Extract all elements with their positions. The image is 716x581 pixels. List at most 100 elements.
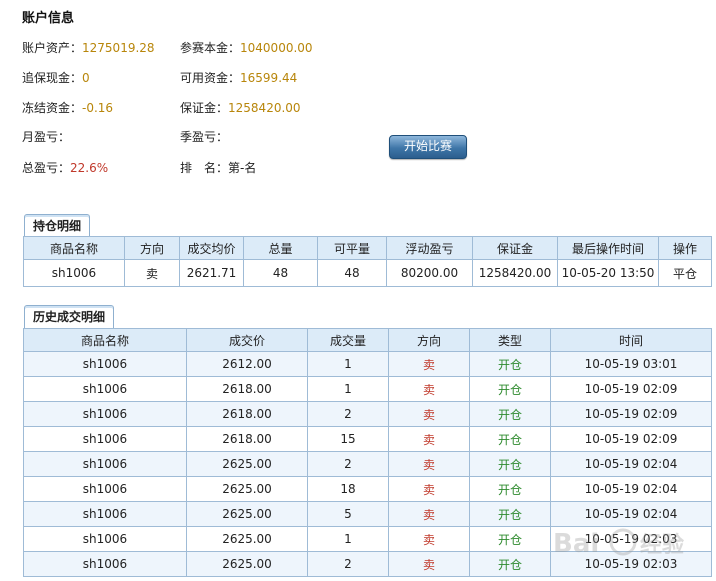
field-quarter-pl: 季盈亏： bbox=[180, 128, 228, 145]
history-header-row: 商品名称 成交价 成交量 方向 类型 时间 bbox=[23, 328, 712, 352]
history-cell: 10-05-19 02:09 bbox=[550, 376, 712, 402]
history-cell: 2625.00 bbox=[186, 501, 308, 527]
positions-table: 商品名称 方向 成交均价 总量 可平量 浮动盈亏 保证金 最后操作时间 操作 sh1006 卖 26… bbox=[23, 236, 712, 287]
position-header-cell: 可平量 bbox=[317, 236, 387, 260]
position-header-cell: 方向 bbox=[124, 236, 180, 260]
history-header-cell: 类型 bbox=[469, 328, 551, 352]
history-cell: 2625.00 bbox=[186, 551, 308, 577]
field-frozen: 冻结资金：-0.16 bbox=[22, 99, 113, 116]
history-cell: sh1006 bbox=[23, 451, 187, 477]
field-quarter-pl-label: 季盈亏： bbox=[180, 130, 229, 144]
history-row[interactable]: sh1006 2618.00 15 卖开仓 10-05-19 02:09 bbox=[23, 426, 712, 452]
history-table: 商品名称 成交价 成交量 方向 类型 时间 sh1006 2612.00 1 卖开仓 10-05-… bbox=[23, 328, 712, 577]
position-header-cell: 操作 bbox=[658, 236, 712, 260]
position-cell: 80200.00 bbox=[386, 259, 473, 287]
field-capital-value: 1040000.00 bbox=[240, 41, 313, 55]
field-assets: 账户资产：1275019.28 bbox=[22, 39, 155, 56]
history-cell: 卖 bbox=[388, 501, 470, 527]
history-row[interactable]: sh1006 2618.00 1 卖开仓 10-05-19 02:09 bbox=[23, 376, 712, 402]
history-row[interactable]: sh1006 2625.00 2 卖开仓 10-05-19 02:04 bbox=[23, 451, 712, 477]
history-cell: 开仓 bbox=[469, 426, 551, 452]
history-cell: 10-05-19 02:04 bbox=[550, 501, 712, 527]
position-row[interactable]: sh1006 卖 2621.71 48 48 80200.00 1258420.00 10-0… bbox=[23, 259, 712, 287]
field-assets-value: 1275019.28 bbox=[82, 41, 155, 55]
history-cell: sh1006 bbox=[23, 501, 187, 527]
history-cell: 2612.00 bbox=[186, 351, 308, 377]
history-header-cell: 商品名称 bbox=[23, 328, 187, 352]
history-cell: 开仓 bbox=[469, 476, 551, 502]
history-cell: 开仓 bbox=[469, 526, 551, 552]
history-cell: 卖 bbox=[388, 376, 470, 402]
field-total-pl-value: 22.6% bbox=[70, 161, 109, 175]
history-cell: 2618.00 bbox=[186, 426, 308, 452]
history-cell: 卖 bbox=[388, 351, 470, 377]
field-margin-call-value: 0 bbox=[82, 71, 90, 85]
history-cell: sh1006 bbox=[23, 401, 187, 427]
history-row[interactable]: sh1006 2612.00 1 卖开仓 10-05-19 03:01 bbox=[23, 351, 712, 377]
history-row[interactable]: sh1006 2625.00 5 卖开仓 10-05-19 02:04 bbox=[23, 501, 712, 527]
history-cell: 10-05-19 02:09 bbox=[550, 426, 712, 452]
field-capital: 参赛本金：1040000.00 bbox=[180, 39, 313, 56]
history-row[interactable]: sh1006 2625.00 2 卖开仓 10-05-19 02:03 bbox=[23, 551, 712, 577]
position-cell: 48 bbox=[243, 259, 318, 287]
history-cell: 开仓 bbox=[469, 351, 551, 377]
history-cell: 开仓 bbox=[469, 401, 551, 427]
history-cell: 10-05-19 02:04 bbox=[550, 476, 712, 502]
position-header-cell: 商品名称 bbox=[23, 236, 125, 260]
history-header-cell: 时间 bbox=[550, 328, 712, 352]
field-capital-label: 参赛本金： bbox=[180, 41, 241, 55]
start-competition-button[interactable]: 开始比赛 bbox=[389, 135, 467, 159]
position-cell: sh1006 bbox=[23, 259, 125, 287]
history-cell: 1 bbox=[307, 376, 389, 402]
history-cell: sh1006 bbox=[23, 551, 187, 577]
tab-positions[interactable]: 持仓明细 bbox=[24, 214, 91, 237]
history-cell: 2 bbox=[307, 551, 389, 577]
history-cell: 开仓 bbox=[469, 451, 551, 477]
position-header-cell: 总量 bbox=[243, 236, 318, 260]
history-cell: 10-05-19 02:09 bbox=[550, 401, 712, 427]
history-row[interactable]: sh1006 2625.00 18 卖开仓 10-05-19 02:04 bbox=[23, 476, 712, 502]
field-available: 可用资金：16599.44 bbox=[180, 69, 297, 86]
field-available-label: 可用资金： bbox=[180, 71, 241, 85]
history-cell: 卖 bbox=[388, 401, 470, 427]
history-cell: 1 bbox=[307, 526, 389, 552]
field-rank-label: 排 名： bbox=[180, 161, 229, 175]
history-cell: sh1006 bbox=[23, 476, 187, 502]
field-month-pl-label: 月盈亏： bbox=[22, 130, 71, 144]
position-cell: 10-05-20 13:50 bbox=[557, 259, 659, 287]
history-cell: 2618.00 bbox=[186, 376, 308, 402]
history-header-cell: 成交价 bbox=[186, 328, 308, 352]
field-margin-call: 追保现金：0 bbox=[22, 69, 90, 86]
position-cell: 2621.71 bbox=[179, 259, 244, 287]
position-cell: 卖 bbox=[124, 259, 180, 287]
tab-history[interactable]: 历史成交明细 bbox=[24, 305, 115, 328]
history-cell: 2625.00 bbox=[186, 476, 308, 502]
history-cell: 开仓 bbox=[469, 501, 551, 527]
history-cell: 5 bbox=[307, 501, 389, 527]
history-cell: 卖 bbox=[388, 476, 470, 502]
history-cell: 2 bbox=[307, 401, 389, 427]
history-cell: 2618.00 bbox=[186, 401, 308, 427]
history-cell: 卖 bbox=[388, 551, 470, 577]
history-row[interactable]: sh1006 2625.00 1 卖开仓 10-05-19 02:03 bbox=[23, 526, 712, 552]
field-frozen-label: 冻结资金： bbox=[22, 101, 83, 115]
history-cell: 卖 bbox=[388, 526, 470, 552]
history-cell: 开仓 bbox=[469, 376, 551, 402]
history-cell: 10-05-19 03:01 bbox=[550, 351, 712, 377]
field-assets-label: 账户资产： bbox=[22, 41, 83, 55]
history-cell: 卖 bbox=[388, 451, 470, 477]
history-header-cell: 方向 bbox=[388, 328, 470, 352]
field-month-pl: 月盈亏： bbox=[22, 128, 70, 145]
history-cell: 10-05-19 02:03 bbox=[550, 551, 712, 577]
positions-header-row: 商品名称 方向 成交均价 总量 可平量 浮动盈亏 保证金 最后操作时间 操作 bbox=[23, 236, 712, 260]
position-header-cell: 成交均价 bbox=[179, 236, 244, 260]
history-cell: 10-05-19 02:03 bbox=[550, 526, 712, 552]
history-row[interactable]: sh1006 2618.00 2 卖开仓 10-05-19 02:09 bbox=[23, 401, 712, 427]
field-margin-call-label: 追保现金： bbox=[22, 71, 83, 85]
field-frozen-value: -0.16 bbox=[82, 101, 114, 115]
history-cell: 2625.00 bbox=[186, 526, 308, 552]
field-deposit-value: 1258420.00 bbox=[228, 101, 301, 115]
history-cell: 15 bbox=[307, 426, 389, 452]
close-position-link[interactable]: 平仓 bbox=[658, 259, 712, 287]
position-header-cell: 保证金 bbox=[472, 236, 558, 260]
